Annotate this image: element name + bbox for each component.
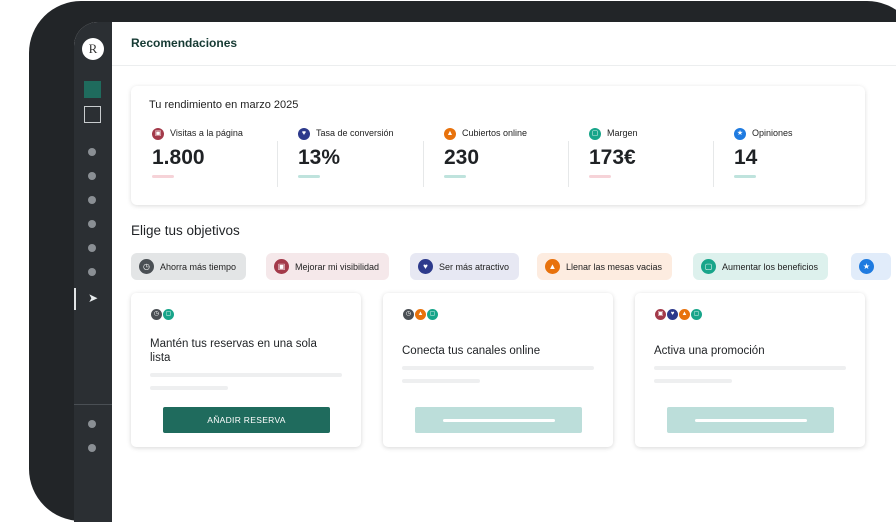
- placeholder-line: [402, 379, 480, 383]
- activate-promotion-button[interactable]: [667, 407, 834, 433]
- main-content: Recomendaciones Tu rendimiento en marzo …: [112, 22, 896, 522]
- nav-item-bottom-2[interactable]: [88, 444, 96, 452]
- page-title: Recomendaciones: [131, 36, 238, 50]
- clock-icon: ◷: [139, 259, 154, 274]
- metric-margen: ▢ Margen 173€: [586, 125, 731, 183]
- chip-label: Ahorra más tiempo: [160, 261, 237, 272]
- cloche-icon: ▲: [444, 128, 456, 140]
- card-reservas: ◷ ▢ Mantén tus reservas en una sola list…: [131, 293, 361, 447]
- metric-label: Tasa de conversión: [316, 128, 394, 138]
- placeholder-line: [150, 386, 228, 390]
- top-bar: Recomendaciones: [112, 22, 896, 66]
- placeholder-line: [654, 366, 846, 370]
- performance-title: Tu rendimiento en marzo 2025: [149, 99, 299, 111]
- metric-label: Visitas a la página: [170, 128, 243, 138]
- card-icons: ◷ ▢: [150, 308, 175, 321]
- placeholder-line: [150, 373, 342, 377]
- card-title: Activa una promoción: [654, 345, 765, 357]
- chip-beneficios[interactable]: ▢ Aumentar los beneficios: [693, 253, 829, 280]
- metric-label: Opiniones: [752, 128, 793, 138]
- metric-bar: [152, 175, 174, 178]
- metric-bar: [589, 175, 611, 178]
- star-icon: ★: [734, 128, 746, 140]
- nav-item-4[interactable]: [88, 220, 96, 228]
- nav-square-filled[interactable]: [84, 81, 101, 98]
- heart-icon: ♥: [418, 259, 433, 274]
- metric-value: 173€: [589, 146, 636, 169]
- performance-panel: Tu rendimiento en marzo 2025 ▣ Visitas a…: [131, 86, 865, 205]
- chip-label: Mejorar mi visibilidad: [295, 261, 380, 272]
- laptop-icon: ▣: [274, 259, 289, 274]
- star-icon: ★: [859, 259, 874, 274]
- chip-ahorra-tiempo[interactable]: ◷ Ahorra más tiempo: [131, 253, 247, 280]
- nav-item-5[interactable]: [88, 244, 96, 252]
- nav-item-3[interactable]: [88, 196, 96, 204]
- metric-value: 230: [444, 146, 480, 169]
- wallet-icon: ▢: [162, 308, 175, 321]
- metric-label: Margen: [607, 128, 638, 138]
- card-icons: ◷ ▲ ▢: [402, 308, 439, 321]
- sidebar: R ➤: [74, 22, 112, 522]
- app-logo[interactable]: R: [82, 38, 104, 60]
- nav-square-outline[interactable]: [84, 106, 101, 123]
- wallet-icon: ▢: [589, 128, 601, 140]
- tablet-frame: R ➤ Recomendaciones Tu rendimiento en ma…: [29, 1, 896, 522]
- chip-mesas[interactable]: ▲ Llenar las mesas vacias: [537, 253, 673, 280]
- laptop-icon: ▣: [152, 128, 164, 140]
- chip-atractivo[interactable]: ♥ Ser más atractivo: [410, 253, 520, 280]
- metric-bar: [444, 175, 466, 178]
- card-promocion: ▣ ♥ ▲ ▢ Activa una promoción: [635, 293, 865, 447]
- placeholder-line: [402, 366, 594, 370]
- nav-item-2[interactable]: [88, 172, 96, 180]
- wallet-icon: ▢: [701, 259, 716, 274]
- metric-value: 1.800: [152, 146, 205, 169]
- chip-visibilidad[interactable]: ▣ Mejorar mi visibilidad: [266, 253, 390, 280]
- button-placeholder-line: [695, 419, 807, 422]
- add-reservation-button[interactable]: AÑADIR RESERVA: [163, 407, 330, 433]
- goals-title: Elige tus objetivos: [131, 223, 240, 238]
- wallet-icon: ▢: [690, 308, 703, 321]
- connect-channels-button[interactable]: [415, 407, 582, 433]
- app-screen: R ➤ Recomendaciones Tu rendimiento en ma…: [74, 22, 896, 522]
- nav-item-1[interactable]: [88, 148, 96, 156]
- metric-cubiertos: ▲ Cubiertos online 230: [441, 125, 586, 183]
- metric-opiniones: ★ Opiniones 14: [731, 125, 876, 183]
- chip-label: Ser más atractivo: [439, 261, 510, 272]
- metric-divider: [713, 141, 714, 187]
- metric-value: 13%: [298, 146, 341, 169]
- sidebar-divider: [74, 404, 112, 405]
- metric-divider: [277, 141, 278, 187]
- goal-chips: ◷ Ahorra más tiempo ▣ Mejorar mi visibil…: [131, 253, 891, 281]
- metric-bar: [734, 175, 756, 178]
- card-canales: ◷ ▲ ▢ Conecta tus canales online: [383, 293, 613, 447]
- metric-visitas: ▣ Visitas a la página 1.800: [149, 125, 294, 183]
- chip-opiniones[interactable]: ★: [851, 253, 891, 280]
- metric-conversion: ♥ Tasa de conversión 13%: [295, 125, 440, 183]
- card-title: Mantén tus reservas en una sola lista: [150, 338, 317, 364]
- rocket-icon[interactable]: ➤: [85, 290, 101, 306]
- metric-label: Cubiertos online: [462, 128, 528, 138]
- wallet-icon: ▢: [426, 308, 439, 321]
- metric-bar: [298, 175, 320, 178]
- placeholder-line: [654, 379, 732, 383]
- metric-divider: [423, 141, 424, 187]
- metric-value: 14: [734, 146, 758, 169]
- nav-item-bottom-1[interactable]: [88, 420, 96, 428]
- button-placeholder-line: [443, 419, 555, 422]
- card-title: Conecta tus canales online: [402, 345, 541, 357]
- chip-label: Llenar las mesas vacias: [566, 261, 663, 272]
- chip-label: Aumentar los beneficios: [722, 261, 819, 272]
- metric-divider: [568, 141, 569, 187]
- nav-active-indicator: [74, 288, 76, 310]
- heart-icon: ♥: [298, 128, 310, 140]
- cloche-icon: ▲: [545, 259, 560, 274]
- card-icons: ▣ ♥ ▲ ▢: [654, 308, 703, 321]
- nav-item-6[interactable]: [88, 268, 96, 276]
